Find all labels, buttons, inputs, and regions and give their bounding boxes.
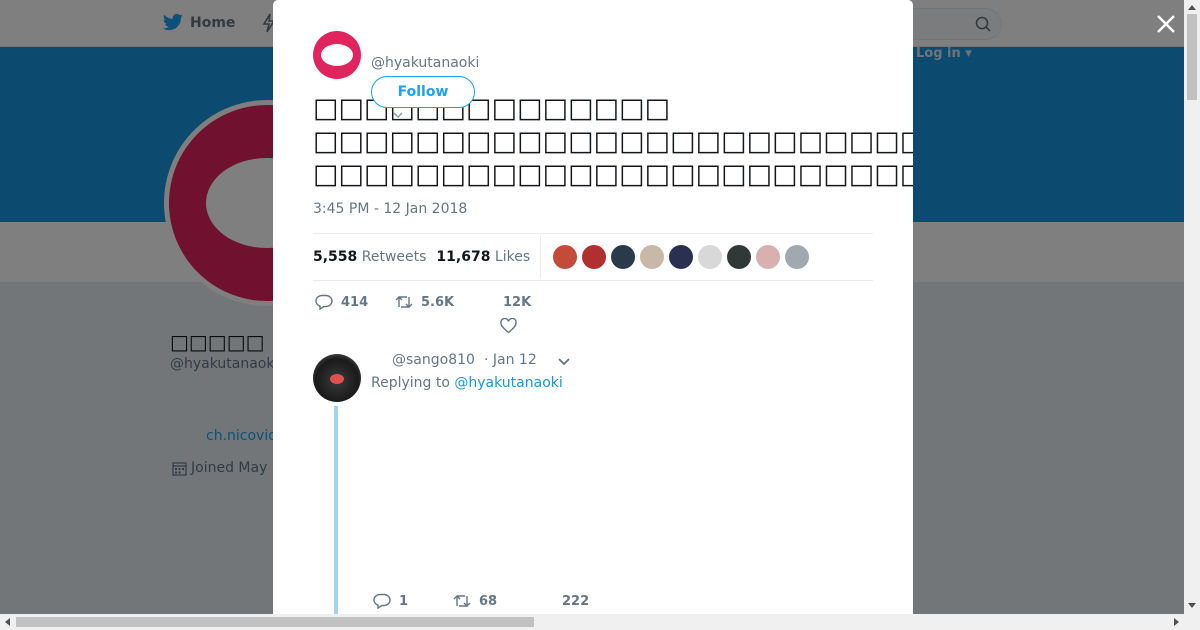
reply-retweet-action[interactable]: 68 [453, 591, 497, 611]
reply-like-count: 222 [562, 593, 590, 609]
like-action[interactable]: 12K [503, 292, 531, 312]
close-icon[interactable] [1154, 12, 1178, 36]
retweet-icon [453, 595, 471, 607]
tweet-text-line: □□□□□□□□□□□□□□□□□□□□□□□□□□□100□□□□□□□□□□… [313, 126, 913, 157]
author-handle[interactable]: @hyakutanaoki [371, 55, 479, 71]
replying-to-mention[interactable]: @hyakutanaoki [454, 375, 562, 391]
liker-avatar[interactable] [785, 245, 810, 269]
follow-button[interactable]: Follow [371, 76, 475, 108]
chevron-down-icon[interactable] [557, 357, 571, 367]
horizontal-scroll-thumb[interactable] [16, 617, 534, 627]
liker-avatar[interactable] [669, 245, 694, 269]
tweet-stats: 5,558 Retweets 11,678 Likes [313, 233, 873, 281]
reply-count: 414 [341, 294, 369, 310]
like-stat[interactable]: 11,678 Likes [436, 249, 530, 265]
liker-avatar[interactable] [582, 245, 607, 269]
reply-action[interactable]: 414 [315, 292, 368, 312]
horizontal-scrollbar[interactable] [0, 614, 1200, 630]
liker-avatar[interactable] [611, 245, 636, 269]
vertical-scrollbar[interactable] [1184, 0, 1200, 614]
retweet-stat[interactable]: 5,558 Retweets [313, 249, 426, 265]
stats-divider [540, 236, 542, 278]
retweet-action-count: 5.6K [421, 294, 455, 310]
tweet-timestamp[interactable]: 3:45 PM - 12 Jan 2018 [313, 201, 467, 217]
retweet-count: 5,558 [313, 249, 358, 265]
author-avatar[interactable] [313, 31, 361, 79]
retweet-label: Retweets [361, 249, 427, 265]
reply-icon [315, 294, 333, 310]
thread-line [334, 406, 338, 614]
like-action-count: 12K [503, 294, 532, 310]
reply-date[interactable]: · Jan 12 [484, 352, 537, 368]
retweet-action[interactable]: 5.6K [395, 292, 454, 312]
liker-avatar[interactable] [640, 245, 665, 269]
heart-icon[interactable] [500, 318, 517, 334]
retweet-icon [395, 296, 413, 308]
liker-avatar[interactable] [727, 245, 752, 269]
reply-retweet-count: 68 [479, 593, 498, 609]
tweet-modal: @hyakutanaoki □□□□□□□□□□□□□□ □□□□□□□□□□□… [273, 0, 913, 614]
liker-avatar[interactable] [698, 245, 723, 269]
scroll-right-arrow-icon[interactable] [1174, 618, 1179, 626]
chevron-down-icon[interactable] [393, 112, 403, 118]
tweet-text-line: □□□□□□□□□□□□□□□□□□□□□□□□□□□□□□□□□□□□□□□□… [313, 159, 913, 190]
reply-reply-action[interactable]: 1 [373, 591, 408, 611]
scroll-down-arrow-icon[interactable] [1188, 603, 1196, 608]
liker-avatar[interactable] [756, 245, 781, 269]
like-count: 11,678 [436, 249, 491, 265]
reply-icon [373, 593, 391, 609]
liker-avatar[interactable] [553, 245, 578, 269]
scroll-left-arrow-icon[interactable] [5, 618, 10, 626]
reply-author-handle[interactable]: @sango810 [392, 352, 475, 368]
reply-reply-count: 1 [399, 593, 409, 609]
replying-to: Replying to @hyakutanaoki [371, 375, 563, 391]
replying-to-label: Replying to [371, 375, 450, 391]
reply-like-action[interactable]: 222 [562, 591, 589, 611]
liker-avatars [553, 245, 810, 269]
reply-author-avatar[interactable] [313, 354, 361, 402]
vertical-scroll-thumb[interactable] [1187, 14, 1197, 100]
like-label: Likes [494, 249, 531, 265]
scroll-up-arrow-icon[interactable] [1188, 5, 1196, 10]
